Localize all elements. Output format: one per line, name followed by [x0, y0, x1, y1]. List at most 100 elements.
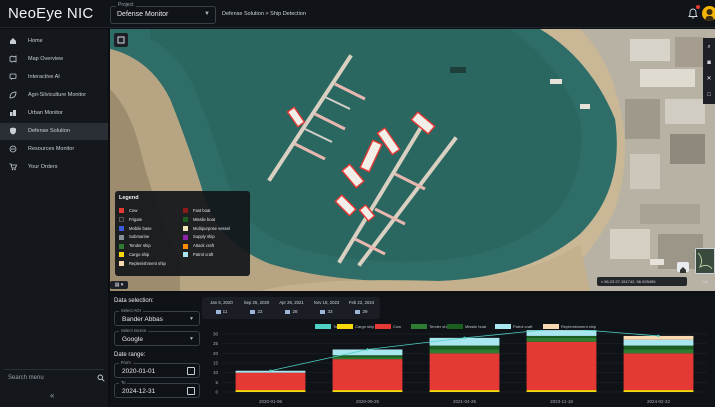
date-tab[interactable]: Jan 6, 2020 11	[204, 299, 239, 317]
search-menu-input[interactable]: Search menu	[4, 369, 105, 386]
legend-item: Submarine	[119, 234, 149, 240]
sidebar-item-label: Urban Monitor	[28, 110, 63, 116]
bar-segment-cargo-ship[interactable]	[623, 390, 694, 392]
legend-item: Attack craft	[183, 243, 214, 249]
basemap-switcher[interactable]	[695, 248, 715, 274]
bar-segment-missile-boat[interactable]	[332, 355, 403, 358]
calendar-icon[interactable]	[187, 367, 195, 375]
ship-icon	[215, 309, 221, 314]
search-icon[interactable]	[97, 374, 105, 382]
bar-segment-tender-ship[interactable]	[332, 357, 403, 360]
to-date-field[interactable]: To 2024-12-31	[114, 380, 200, 398]
camera-icon[interactable]: ◙	[703, 56, 715, 71]
bar-segment-cow[interactable]	[429, 353, 500, 391]
date-tab-count: 22	[239, 309, 274, 314]
legend-item: Supply ship	[183, 234, 215, 240]
date-tab[interactable]: Feb 22, 2024 29	[344, 299, 379, 317]
bar-segment-cow[interactable]	[332, 359, 403, 391]
chart-legend-item[interactable]: Replenishment ship	[543, 324, 596, 330]
bar-segment-missile-boat[interactable]	[526, 335, 597, 338]
y-tick-label: 25	[213, 341, 219, 346]
total-point[interactable]	[463, 336, 466, 340]
leaf-icon	[9, 91, 17, 99]
bar-segment-tender-ship[interactable]	[429, 349, 500, 354]
total-point[interactable]	[269, 369, 272, 372]
search-menu-label: Search menu	[8, 375, 44, 381]
search-icon[interactable]: ⌕	[703, 40, 715, 55]
sidebar-item-defense-solution[interactable]: Defense Solution	[0, 123, 108, 140]
ship-icon	[320, 309, 326, 314]
chart-legend-item[interactable]: Patrol craft	[495, 324, 533, 330]
chevron-down-icon: ▼	[189, 336, 194, 342]
bar-segment-missile-boat[interactable]	[623, 345, 694, 350]
sidebar-item-home[interactable]: Home	[0, 33, 108, 50]
satellite-map[interactable]: Legend Cow Frigate Mobile base Submarine Ten…	[110, 29, 715, 291]
bell-icon[interactable]	[688, 8, 698, 19]
bar-segment-cargo-ship[interactable]	[526, 390, 597, 392]
map-settings-button[interactable]: ▤ ▾	[110, 281, 128, 289]
sidebar-item-interactive-ai[interactable]: Interactive AI	[0, 69, 108, 86]
chart-legend-item[interactable]: Cow	[375, 324, 402, 330]
sidebar-item-resources-monitor[interactable]: Resources Monitor	[0, 141, 108, 158]
chart-legend-item[interactable]: Tender ship	[411, 324, 450, 330]
legend-label: Supply ship	[193, 234, 215, 240]
sidebar-item-urban-monitor[interactable]: Urban Monitor	[0, 105, 108, 122]
y-tick-label: 5	[215, 380, 218, 385]
aoi-label: Select AOI	[119, 308, 143, 313]
chart-legend-item[interactable]: Cargo ship	[337, 324, 374, 330]
legend-item: Cow	[119, 208, 137, 214]
total-point[interactable]	[657, 334, 660, 338]
project-select[interactable]: Project Defense Monitor ▼	[110, 2, 216, 24]
sidebar-item-label: Agri-Silviculture Monitor	[28, 92, 87, 98]
legend-swatch	[119, 234, 124, 240]
bar-segment-tender-ship[interactable]	[526, 337, 597, 342]
aoi-select[interactable]: Select AOI Bander Abbas ▼	[114, 308, 200, 326]
home-view-button[interactable]	[677, 262, 689, 273]
source-value: Google	[122, 336, 143, 343]
bar-segment-cow[interactable]	[526, 341, 597, 391]
bar-segment-cargo-ship[interactable]	[332, 390, 403, 392]
x-tick-label: 2021-04-25	[453, 399, 477, 404]
date-tab-count: 33	[309, 309, 344, 314]
chart-legend-label: Cow	[393, 324, 402, 329]
date-tab-count: 11	[204, 309, 239, 314]
legend-label: Submarine	[129, 234, 150, 240]
sidebar-item-your-orders[interactable]: Your Orders	[0, 159, 108, 176]
bar-segment-cow[interactable]	[623, 353, 694, 391]
chart-legend-item[interactable]: Missile boat	[447, 324, 487, 330]
bar-segment-patrol-craft[interactable]	[623, 339, 694, 346]
from-value: 2020-01-01	[122, 368, 156, 375]
layers-toggle-button[interactable]	[114, 33, 128, 47]
legend-label: Mobile base	[129, 225, 152, 231]
date-tab[interactable]: Apr 25, 2021 28	[274, 299, 309, 317]
sidebar-item-agri-silviculture-monitor[interactable]: Agri-Silviculture Monitor	[0, 87, 108, 104]
source-label: Select source	[119, 328, 149, 333]
close-icon[interactable]: ✕	[703, 72, 715, 87]
sidebar-item-map-overview[interactable]: Map Overview	[0, 51, 108, 68]
legend-swatch	[183, 217, 188, 223]
y-tick-label: 0	[215, 390, 218, 395]
chart-legend-label: Missile boat	[465, 324, 487, 329]
bar-segment-missile-boat[interactable]	[429, 345, 500, 350]
calendar-icon[interactable]	[187, 387, 195, 395]
sidebar-item-label: Defense Solution	[28, 128, 70, 134]
y-tick-label: 20	[213, 351, 219, 356]
source-select[interactable]: Select source Google ▼	[114, 328, 200, 346]
data-selection-title: Data selection:	[114, 298, 154, 304]
chart-legend-swatch	[411, 324, 427, 330]
user-avatar[interactable]	[702, 6, 715, 21]
bar-segment-cow[interactable]	[235, 372, 306, 391]
bar-segment-cargo-ship[interactable]	[429, 390, 500, 392]
bar-segment-tender-ship[interactable]	[623, 349, 694, 354]
collapse-sidebar-button[interactable]: «	[50, 391, 54, 400]
bar-segment-cargo-ship[interactable]	[235, 390, 306, 392]
resource-icon	[9, 145, 17, 153]
chart-legend-label: Patrol craft	[513, 324, 533, 329]
date-tab[interactable]: Nov 18, 2023 33	[309, 299, 344, 317]
square-icon[interactable]: □	[703, 88, 715, 103]
city-icon	[10, 110, 16, 116]
from-date-field[interactable]: From 2020-01-01	[114, 360, 200, 378]
total-point[interactable]	[366, 348, 369, 351]
map-icon	[9, 55, 17, 63]
date-tab[interactable]: Sep 25, 2020 22	[239, 299, 274, 317]
